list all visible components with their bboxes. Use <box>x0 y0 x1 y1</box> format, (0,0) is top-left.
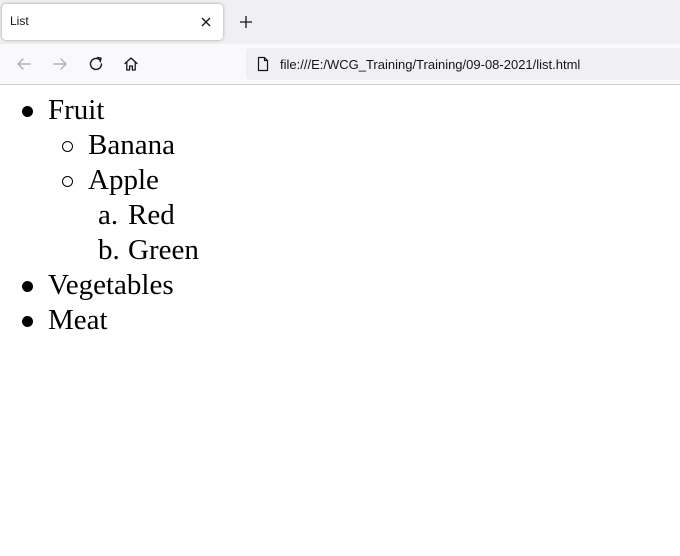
reload-icon[interactable] <box>84 52 108 76</box>
list-item: Banana <box>62 128 680 163</box>
list-item: Apple a. Red b. Green <box>62 163 680 268</box>
list-item: Vegetables <box>22 268 680 303</box>
disc-bullet-icon <box>22 281 33 292</box>
close-icon[interactable] <box>197 13 215 31</box>
nested-list: Banana Apple a. Red b. Green <box>48 128 680 268</box>
url-bar[interactable]: file:///E:/WCG_Training/Training/09-08-2… <box>246 48 680 80</box>
list-item-label: Banana <box>88 129 175 161</box>
plus-icon[interactable] <box>234 10 258 34</box>
list-marker: b. <box>98 234 120 266</box>
circle-bullet-icon <box>62 176 73 187</box>
list-item: a. Red <box>98 198 680 233</box>
list-item-label: Vegetables <box>48 269 174 301</box>
list-item-label: Green <box>128 234 199 266</box>
list-item: Meat <box>22 303 680 338</box>
list-item: b. Green <box>98 233 680 268</box>
circle-bullet-icon <box>62 141 73 152</box>
page-icon <box>255 56 271 72</box>
list-item-label: Meat <box>48 304 108 336</box>
tab-title: List <box>10 14 29 28</box>
list-item: Fruit Banana Apple a. Red b. Green <box>22 93 680 268</box>
list-item-label: Fruit <box>48 94 105 126</box>
disc-bullet-icon <box>22 316 33 327</box>
ordered-list: a. Red b. Green <box>88 198 680 268</box>
arrow-right-icon[interactable] <box>48 52 72 76</box>
url-text[interactable]: file:///E:/WCG_Training/Training/09-08-2… <box>280 57 580 72</box>
list-item-label: Apple <box>88 164 159 196</box>
arrow-left-icon[interactable] <box>12 52 36 76</box>
home-icon[interactable] <box>119 52 143 76</box>
top-level-list: Fruit Banana Apple a. Red b. Green Veget… <box>0 93 680 338</box>
page-content: Fruit Banana Apple a. Red b. Green Veget… <box>0 85 680 556</box>
disc-bullet-icon <box>22 106 33 117</box>
tab-list[interactable]: List <box>2 4 223 40</box>
tab-strip: List <box>0 0 680 44</box>
list-item-label: Red <box>128 199 175 231</box>
navigation-toolbar: file:///E:/WCG_Training/Training/09-08-2… <box>0 44 680 85</box>
list-marker: a. <box>98 199 119 231</box>
